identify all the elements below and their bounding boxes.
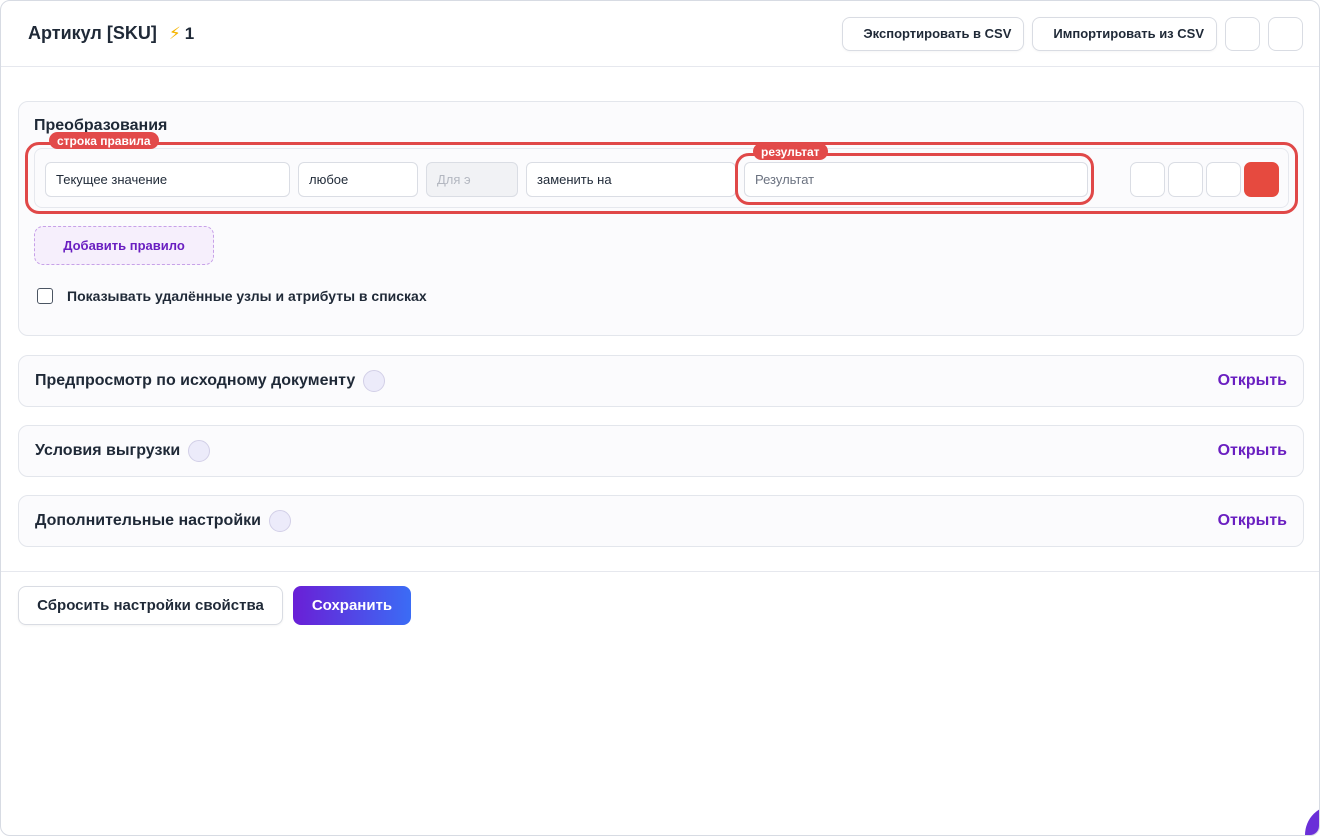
section-title: Дополнительные настройки [35, 512, 261, 529]
add-rule-button[interactable]: Добавить правило [34, 226, 214, 265]
match-mode-select[interactable]: любое [298, 162, 418, 197]
help-icon[interactable] [188, 440, 211, 462]
section-title: Условия выгрузки [35, 442, 181, 459]
source-value-select[interactable]: Текущее значение [45, 162, 290, 197]
delete-rule-button[interactable] [1244, 162, 1279, 197]
open-link[interactable]: Открыть [1218, 512, 1287, 530]
export-csv-button[interactable]: Экспортировать в CSV [842, 16, 1025, 51]
floating-action-button[interactable] [1305, 805, 1319, 835]
section-title: Предпросмотр по исходному документу [35, 372, 356, 389]
open-link[interactable]: Открыть [1218, 372, 1287, 390]
header-actions: Экспортировать в CSV Импортировать из CS… [842, 16, 1303, 51]
rule-row-tag: строка правила [49, 132, 159, 149]
transformations-card: Преобразования Текущее значение любое Дл… [18, 101, 1304, 336]
bolt-count: 1 [184, 23, 195, 43]
show-deleted-toggle[interactable]: Показывать удалённые узлы и атрибуты в с… [37, 288, 427, 304]
show-deleted-checkbox[interactable] [37, 288, 53, 304]
pattern-input[interactable]: Для э [426, 162, 518, 197]
panel-header: Артикул [SKU] ⚡ 1 Экспортировать в CSV И… [1, 1, 1319, 67]
rule-row: Текущее значение любое Для э заменить на… [34, 148, 1289, 208]
header-icon-button-1[interactable] [1225, 16, 1260, 51]
export-conditions-section[interactable]: Условия выгрузки Открыть [18, 425, 1304, 477]
rule-action-button-1[interactable] [1130, 162, 1165, 197]
rule-action-button-2[interactable] [1168, 162, 1203, 197]
header-icon-button-2[interactable] [1268, 16, 1303, 51]
rule-action-button-3[interactable] [1206, 162, 1241, 197]
lightning-icon: ⚡ [168, 23, 181, 43]
action-select[interactable]: заменить на [526, 162, 736, 197]
reset-settings-button[interactable]: Сбросить настройки свойства [18, 586, 283, 625]
additional-settings-section[interactable]: Дополнительные настройки Открыть [18, 495, 1304, 547]
footer-divider [1, 571, 1319, 572]
result-tag: результат [753, 143, 828, 160]
result-input[interactable]: Результат [744, 162, 1088, 197]
preview-section[interactable]: Предпросмотр по исходному документу Откр… [18, 355, 1304, 407]
help-icon[interactable] [269, 510, 291, 532]
page-title: Артикул [SKU] [28, 23, 157, 43]
import-csv-button[interactable]: Импортировать из CSV [1032, 16, 1217, 51]
save-button[interactable]: Сохранить [293, 586, 411, 625]
help-icon[interactable] [363, 370, 386, 392]
open-link[interactable]: Открыть [1218, 442, 1287, 460]
show-deleted-label: Показывать удалённые узлы и атрибуты в с… [67, 288, 427, 304]
property-settings-panel: Артикул [SKU] ⚡ 1 Экспортировать в CSV И… [0, 0, 1320, 836]
